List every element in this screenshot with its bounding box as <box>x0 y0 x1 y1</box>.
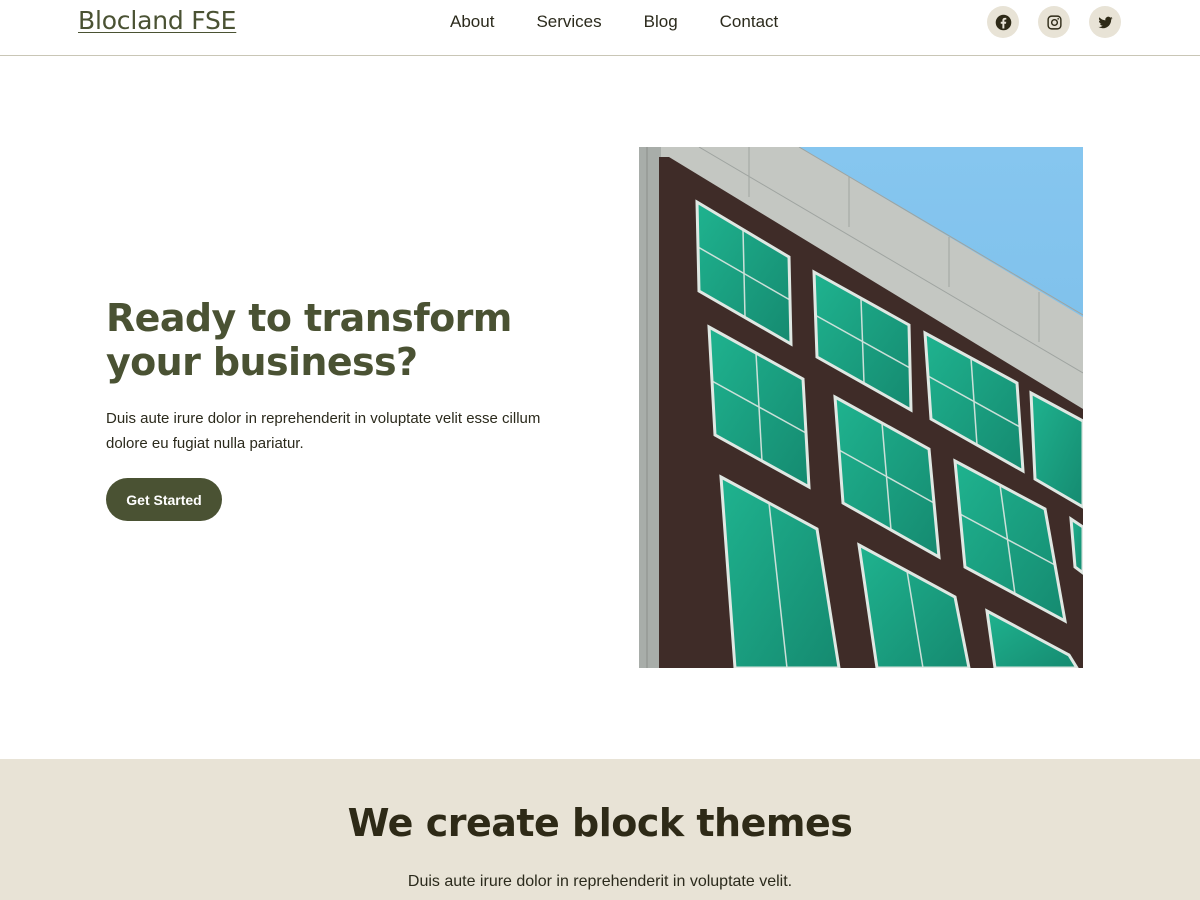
hero-image <box>639 147 1083 668</box>
site-header: Blocland FSE About Services Blog Contact <box>0 0 1200 56</box>
facebook-link[interactable] <box>987 6 1019 38</box>
twitter-icon <box>1097 16 1113 28</box>
instagram-icon <box>1046 14 1062 30</box>
social-links <box>987 6 1121 38</box>
themes-heading: We create block themes <box>347 801 853 845</box>
site-title-link[interactable]: Blocland FSE <box>78 6 236 35</box>
twitter-link[interactable] <box>1089 6 1121 38</box>
nav-item-blog[interactable]: Blog <box>644 11 678 33</box>
hero-text: Duis aute irure dolor in reprehenderit i… <box>106 410 541 452</box>
nav-item-contact[interactable]: Contact <box>720 11 779 33</box>
main-nav: About Services Blog Contact <box>450 11 820 33</box>
facebook-icon <box>995 14 1011 30</box>
themes-text: Duis aute irure dolor in reprehenderit i… <box>407 873 793 890</box>
themes-section: We create block themes Duis aute irure d… <box>0 759 1200 900</box>
hero-heading: Ready to transform your business? <box>106 296 512 384</box>
nav-item-services[interactable]: Services <box>536 11 601 33</box>
instagram-link[interactable] <box>1038 6 1070 38</box>
nav-item-about[interactable]: About <box>450 11 494 33</box>
building-photo <box>639 147 1083 668</box>
get-started-button[interactable]: Get Started <box>106 478 222 521</box>
